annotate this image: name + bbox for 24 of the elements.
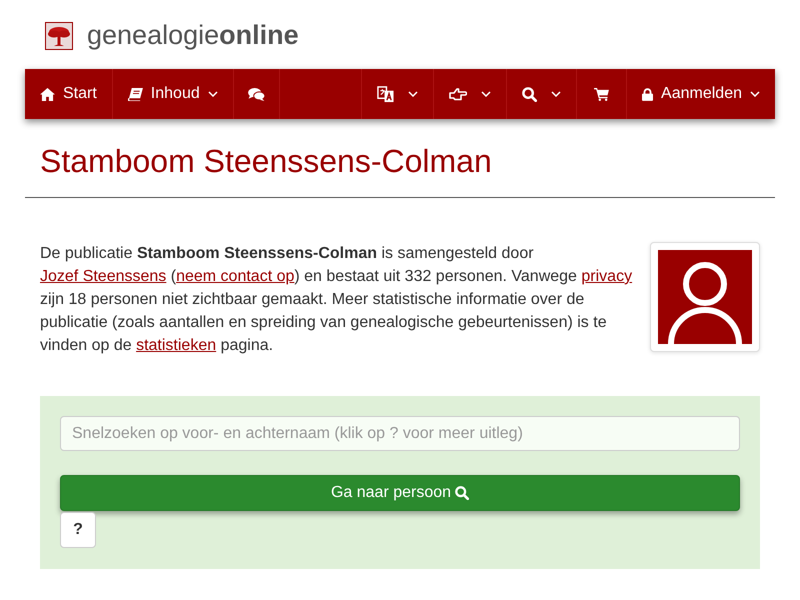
translate-icon [377, 86, 394, 102]
help-button[interactable]: ? [60, 512, 96, 548]
home-icon [40, 88, 55, 100]
logo-text[interactable]: genealogieonline [87, 20, 299, 51]
contact-link[interactable]: neem contact op [176, 268, 294, 285]
go-to-person-button[interactable]: Ga naar persoon [60, 475, 740, 511]
tree-logo-icon[interactable] [45, 22, 73, 50]
search-field[interactable]: Snelzoeken op voor- en achternaam (klik op ? voor meer uitleg) [60, 416, 740, 451]
search-icon [455, 486, 470, 500]
menu-item[interactable]: Inhoud [112, 69, 234, 119]
author-link[interactable]: Jozef Steenssens [40, 268, 166, 285]
menu-item[interactable]: Aanmelden [626, 69, 775, 119]
pointing-hand-icon [449, 87, 468, 101]
cart-icon [592, 88, 612, 100]
statistics-link[interactable]: statistieken [136, 337, 216, 354]
intro-paragraph: De publicatie Stamboom Steenssens-Colman is samengesteld door Jozef Steenssens (neem contact op) en bestaat uit 332 personen. Vanwege privacy zijn 18 personen niet zichtbaar gemaakt. Meer statistische informatie over de publicatie (zoals aantallen en spreiding van genealogische gebeurtenissen) is te vinden op de statistieken pagina. [40, 244, 634, 356]
lock-icon [642, 88, 654, 100]
page-title: Stamboom Steenssens-Colman [40, 144, 493, 179]
book-icon [128, 88, 143, 100]
menu-item[interactable]: Start [25, 69, 113, 119]
chat-bubbles-icon [248, 88, 265, 100]
avatar-icon [658, 250, 752, 344]
privacy-link[interactable]: privacy [581, 268, 632, 285]
search-icon [522, 86, 538, 102]
